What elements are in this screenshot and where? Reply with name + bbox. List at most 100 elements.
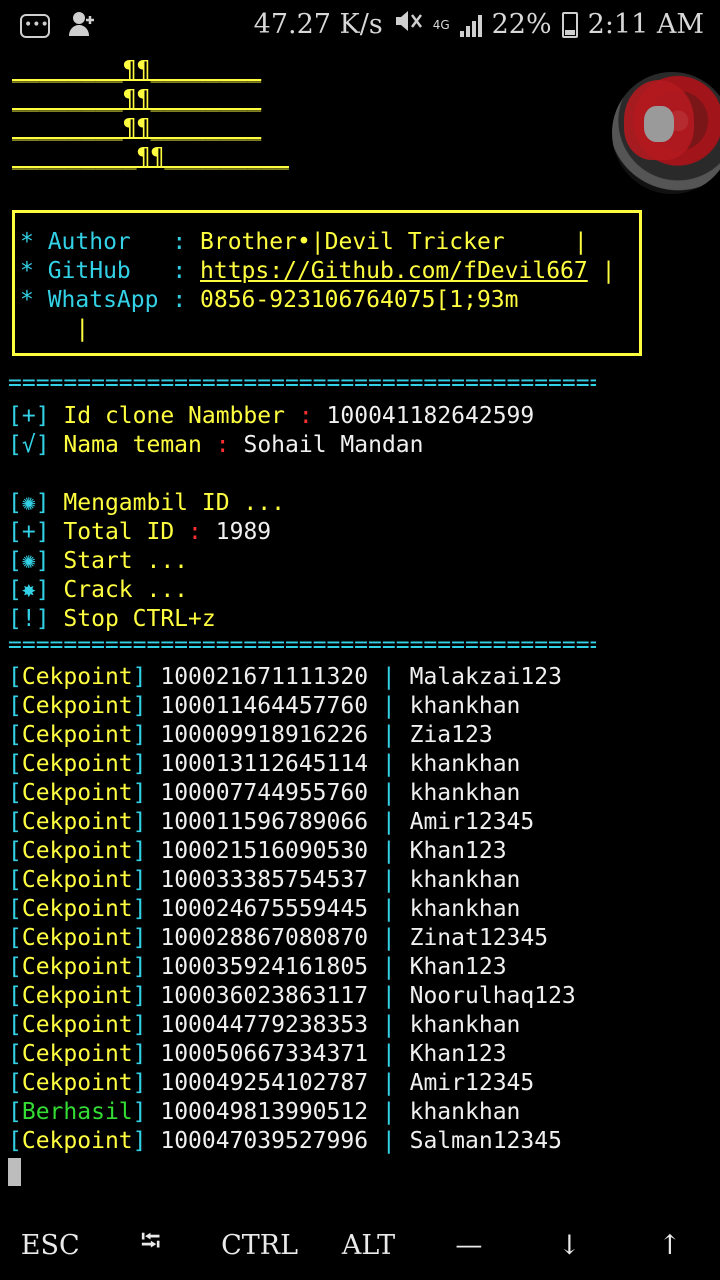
result-id: 100011596789066 (160, 809, 369, 835)
result-row: [Cekpoint] 100049254102787 | Amir12345 (8, 1070, 535, 1096)
friend-prefix: [√] (8, 432, 50, 458)
result-id: 100021671111320 (160, 664, 369, 690)
result-status: Berhasil (21, 1099, 133, 1125)
result-status: Cekpoint (21, 1128, 133, 1154)
fetch-prefix: [✺] (8, 490, 50, 516)
result-id: 100050667334371 (160, 1041, 369, 1067)
result-password: Zia123 (409, 722, 493, 748)
terminal-cursor[interactable] (8, 1158, 21, 1186)
arrow-up-key[interactable]: ↑ (640, 1230, 700, 1261)
arrow-down-key[interactable]: ↓ (539, 1230, 599, 1261)
banner-line: _________¶¶_________ (12, 144, 289, 170)
session-info: [+] Id clone Nambber : 100041182642599 [… (8, 403, 535, 632)
result-row: [Cekpoint] 100028867080870 | Zinat12345 (8, 925, 549, 951)
separator (8, 378, 596, 392)
fetch-label: Mengambil ID ... (63, 490, 285, 516)
banner-line: ________¶¶________ (12, 57, 262, 83)
result-status: Cekpoint (21, 780, 133, 806)
total-prefix: [+] (8, 519, 50, 545)
extra-keys-bar: ESC ⭾ CTRL ALT — ↓ ↑ (0, 1210, 720, 1280)
result-status: Cekpoint (21, 867, 133, 893)
result-status: Cekpoint (21, 751, 133, 777)
result-password: khankhan (409, 693, 521, 719)
result-id: 100049813990512 (160, 1099, 369, 1125)
stop-label: Stop CTRL+z (63, 606, 216, 632)
result-password: Zinat12345 (409, 925, 549, 951)
network-type-4g: 4G (432, 17, 450, 32)
signal-icon (459, 13, 482, 37)
result-password: khankhan (409, 896, 521, 922)
result-password: Amir12345 (409, 1070, 535, 1096)
result-row: [Cekpoint] 100050667334371 | Khan123 (8, 1041, 507, 1067)
esc-key[interactable]: ESC (20, 1230, 80, 1261)
result-status: Cekpoint (21, 1070, 133, 1096)
dash-key[interactable]: — (439, 1230, 499, 1261)
result-password: Malakzai123 (409, 664, 562, 690)
id-clone-value: 100041182642599 (326, 403, 535, 429)
messages-icon (20, 10, 50, 40)
result-password: Khan123 (409, 954, 507, 980)
network-speed: 47.27 K/s (253, 9, 383, 40)
result-id: 100035924161805 (160, 954, 369, 980)
result-password: Amir12345 (409, 809, 535, 835)
result-password: khankhan (409, 867, 521, 893)
results-list: [Cekpoint] 100021671111320 | Malakzai123… (8, 663, 712, 1156)
result-row: [Cekpoint] 100035924161805 | Khan123 (8, 954, 507, 980)
result-row: [Cekpoint] 100024675559445 | khankhan (8, 896, 521, 922)
github-key: * GitHub : (20, 258, 201, 284)
result-status: Cekpoint (21, 1012, 133, 1038)
result-row: [Cekpoint] 100007744955760 | khankhan (8, 780, 521, 806)
result-status: Cekpoint (21, 809, 133, 835)
result-password: khankhan (409, 751, 521, 777)
result-id: 100044779238353 (160, 1012, 369, 1038)
github-link[interactable]: https://Github.com/fDevil667 (200, 258, 588, 284)
result-id: 100036023863117 (160, 983, 369, 1009)
result-row: [Cekpoint] 100013112645114 | khankhan (8, 751, 521, 777)
result-status: Cekpoint (21, 954, 133, 980)
result-password: khankhan (409, 1099, 521, 1125)
result-status: Cekpoint (21, 896, 133, 922)
result-password: Khan123 (409, 1041, 507, 1067)
result-id: 100047039527996 (160, 1128, 369, 1154)
result-id: 100013112645114 (160, 751, 369, 777)
result-password: Noorulhaq123 (409, 983, 576, 1009)
result-row: [Berhasil] 100049813990512 | khankhan (8, 1099, 521, 1125)
result-id: 100021516090530 (160, 838, 369, 864)
alt-key[interactable]: ALT (338, 1230, 398, 1261)
battery-percent: 22% (491, 9, 552, 40)
total-label: Total ID (63, 519, 175, 545)
start-label: Start ... (63, 548, 189, 574)
crack-prefix: [✸] (8, 577, 50, 603)
add-user-icon (68, 10, 96, 38)
banner-line: ________¶¶________ (12, 115, 262, 141)
result-password: khankhan (409, 1012, 521, 1038)
ascii-banner: ________¶¶________ ________¶¶________ __… (12, 56, 289, 172)
banner-line: ________¶¶________ (12, 86, 262, 112)
result-id: 100033385754537 (160, 867, 369, 893)
friend-value: Sohail Mandan (243, 432, 424, 458)
result-id: 100049254102787 (160, 1070, 369, 1096)
result-id: 100011464457760 (160, 693, 369, 719)
result-row: [Cekpoint] 100011464457760 | khankhan (8, 693, 521, 719)
ctrl-key[interactable]: CTRL (221, 1230, 298, 1261)
result-id: 100009918916226 (160, 722, 369, 748)
result-row: [Cekpoint] 100036023863117 | Noorulhaq12… (8, 983, 576, 1009)
result-status: Cekpoint (21, 925, 133, 951)
info-rows: * Author : Brother•|Devil Tricker | * Gi… (20, 229, 616, 342)
result-password: khankhan (409, 780, 521, 806)
author-key: * Author : (20, 229, 201, 255)
result-row: [Cekpoint] 100047039527996 | Salman12345 (8, 1128, 562, 1154)
author-value: Brother•|Devil Tricker (200, 229, 505, 255)
result-id: 100007744955760 (160, 780, 369, 806)
avatar (612, 72, 720, 194)
total-value: 1989 (215, 519, 272, 545)
result-row: [Cekpoint] 100011596789066 | Amir12345 (8, 809, 535, 835)
clock: 2:11 AM (587, 9, 704, 40)
whatsapp-value: 0856-923106764075[1;93m (200, 287, 519, 313)
result-id: 100024675559445 (160, 896, 369, 922)
stop-prefix: [!] (8, 606, 50, 632)
id-clone-prefix: [+] (8, 403, 50, 429)
result-row: [Cekpoint] 100021516090530 | Khan123 (8, 838, 507, 864)
status-bar: 47.27 K/s 4G 22% 2:11 AM (0, 0, 720, 50)
tab-key[interactable]: ⭾ (121, 1222, 181, 1268)
